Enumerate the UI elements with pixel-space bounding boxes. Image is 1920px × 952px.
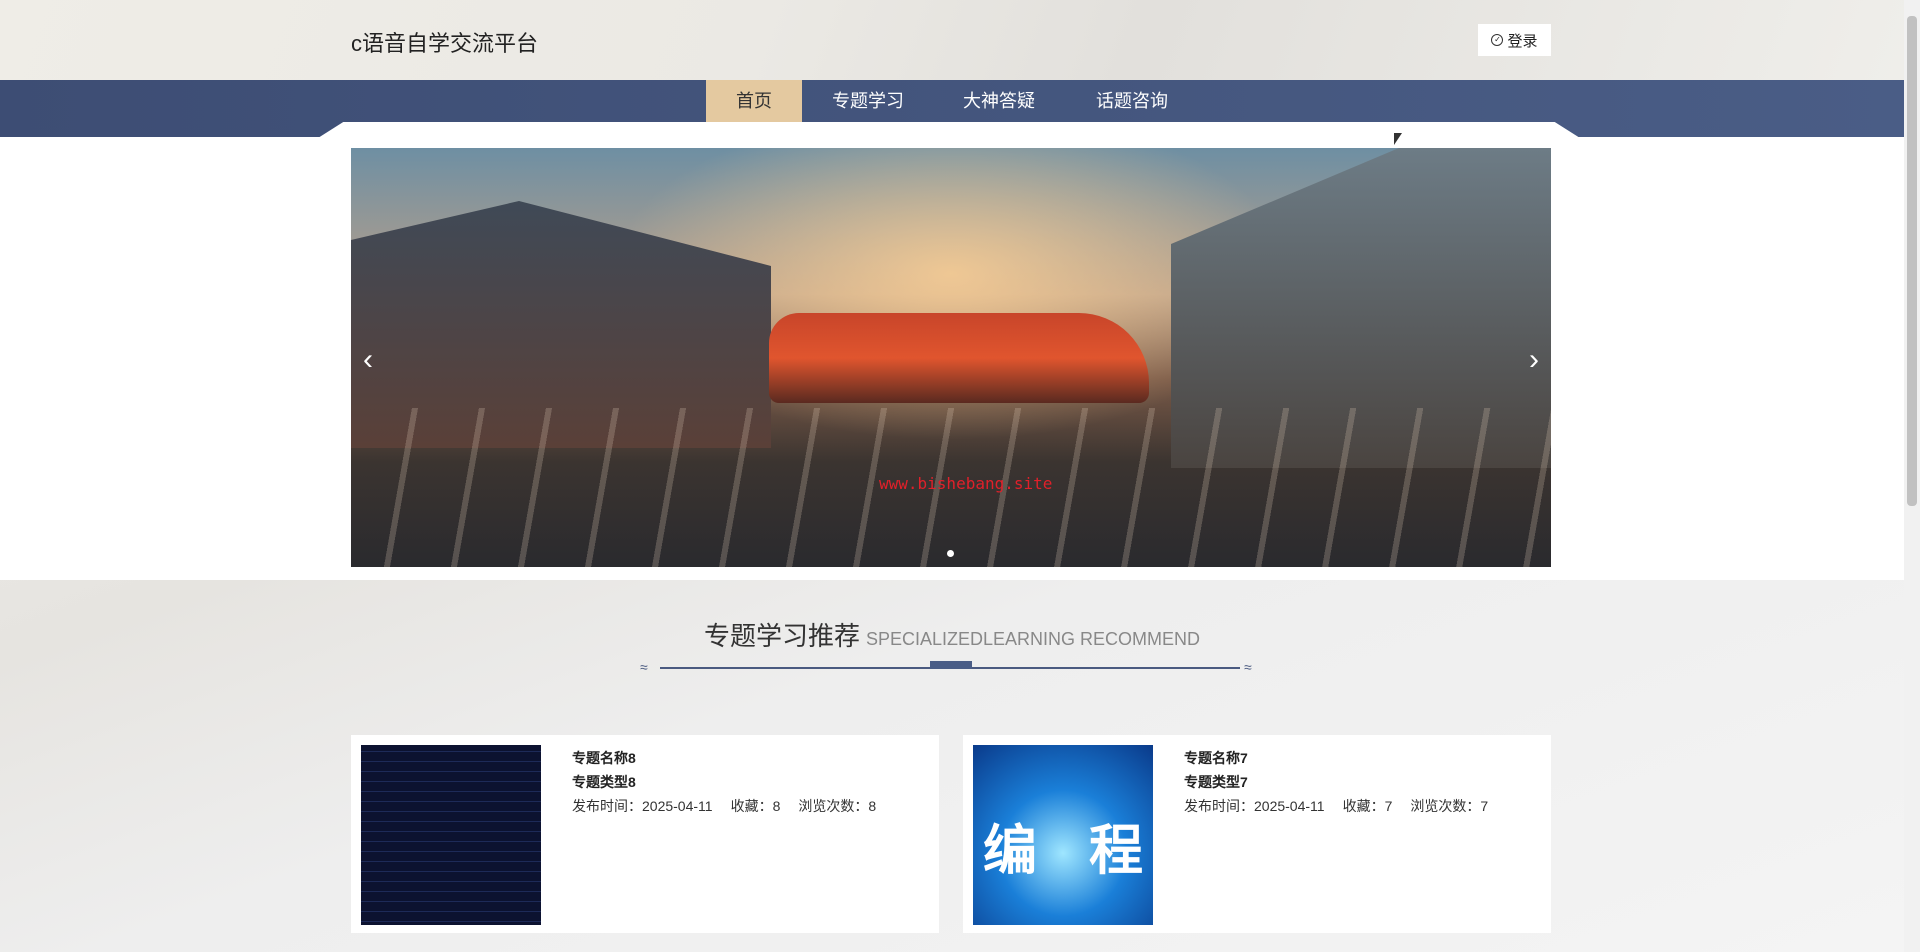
login-button[interactable]: ✓ 登录: [1478, 24, 1551, 56]
check-circle-icon: ✓: [1491, 34, 1504, 46]
favorites-count: 收藏：8: [730, 798, 781, 814]
favorites-count: 收藏：7: [1342, 798, 1393, 814]
topic-card[interactable]: 编程 专题名称7 专题类型7 发布时间：2025-04-11 收藏：7 浏览次数：7: [963, 735, 1551, 933]
section-title: 专题学习推荐 SPECIALIZEDLEARNING RECOMMEND: [0, 616, 1904, 653]
nav-item-home[interactable]: 首页: [706, 80, 802, 122]
chevron-left-icon[interactable]: ‹: [363, 343, 373, 377]
carousel-image-train: [769, 313, 1149, 403]
banner-top-edge: [318, 122, 1580, 138]
section-divider-mark: [930, 661, 972, 669]
views-count: 浏览次数：8: [798, 798, 877, 814]
login-label: 登录: [1507, 32, 1538, 50]
carousel-dot[interactable]: [947, 550, 954, 557]
chevron-right-icon[interactable]: ›: [1529, 343, 1539, 377]
topic-meta: 发布时间：2025-04-11 收藏：7 浏览次数：7: [1184, 796, 1506, 816]
scrollbar-thumb[interactable]: [1907, 16, 1917, 506]
wave-ornament-icon: ≈: [1244, 659, 1252, 675]
publish-date: 发布时间：2025-04-11: [572, 798, 713, 814]
topic-thumbnail[interactable]: 编程: [973, 745, 1153, 925]
mouse-cursor-icon: [1394, 133, 1402, 145]
section-title-en: SPECIALIZEDLEARNING RECOMMEND: [865, 629, 1201, 649]
thumbnail-text: 编: [983, 821, 1037, 881]
site-title: c语音自学交流平台: [351, 31, 539, 56]
carousel[interactable]: www.bishebang.site ‹ ›: [351, 148, 1551, 567]
topic-name[interactable]: 专题名称8: [572, 748, 636, 768]
nav-item-topics[interactable]: 专题学习: [822, 80, 914, 122]
header: c语音自学交流平台 ✓ 登录: [0, 0, 1904, 80]
section-title-cn: 专题学习推荐: [703, 621, 860, 651]
topic-card[interactable]: 专题名称8 专题类型8 发布时间：2025-04-11 收藏：8 浏览次数：8: [351, 735, 939, 933]
topic-thumbnail[interactable]: [361, 745, 541, 925]
nav-item-consult[interactable]: 话题咨询: [1085, 80, 1179, 122]
topic-meta: 发布时间：2025-04-11 收藏：8 浏览次数：8: [572, 796, 894, 816]
topic-type: 专题类型7: [1184, 774, 1248, 790]
watermark: www.bishebang.site: [879, 474, 1053, 493]
topic-type: 专题类型8: [572, 774, 636, 790]
nav-item-qa[interactable]: 大神答疑: [952, 80, 1046, 122]
topic-name[interactable]: 专题名称7: [1184, 748, 1248, 768]
wave-ornament-icon: ≈: [640, 659, 648, 675]
thumbnail-text: 程: [1089, 821, 1143, 881]
publish-date: 发布时间：2025-04-11: [1184, 798, 1325, 814]
views-count: 浏览次数：7: [1410, 798, 1489, 814]
